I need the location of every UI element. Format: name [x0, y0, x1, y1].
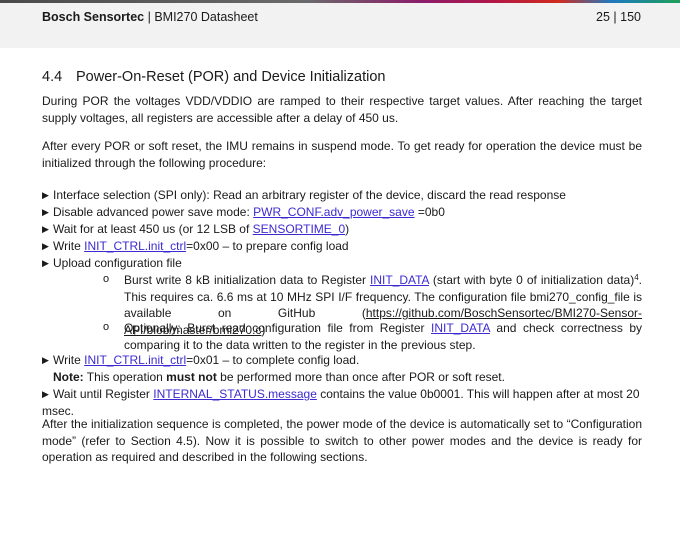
list-item-text: Burst write 8 kB initialization data to …	[124, 273, 370, 287]
section-heading: 4.4 Power-On-Reset (POR) and Device Initi…	[42, 69, 385, 85]
page-header: Bosch Sensortec | BMI270 Datasheet 25 | …	[0, 3, 680, 48]
list-item-text: =0x01 – to complete config load.	[186, 353, 360, 367]
header-doc: BMI270 Datasheet	[154, 10, 258, 24]
link-init-data[interactable]: INIT_DATA	[431, 321, 490, 335]
note-emphasis: must not	[166, 370, 217, 384]
list-item-text: Disable advanced power save mode:	[53, 205, 254, 219]
bullet-icon: ▶	[42, 258, 49, 268]
list-item: ▶ Interface selection (SPI only): Read an…	[42, 187, 642, 204]
link-internal-status[interactable]: INTERNAL_STATUS.message	[153, 387, 317, 401]
sub-bullet-icon: o	[103, 321, 110, 333]
section-number: 4.4	[42, 69, 63, 85]
bullet-icon: ▶	[42, 224, 49, 234]
note-text: This operation	[83, 370, 167, 384]
paragraph-after-init: After the initialization sequence is com…	[42, 417, 642, 464]
bullet-icon: ▶	[42, 241, 49, 251]
list-item: ▶ Wait until Register INTERNAL_STATUS.mes…	[42, 386, 642, 419]
link-init-ctrl[interactable]: INIT_CTRL.init_ctrl	[84, 353, 186, 367]
sub-list-item: Optionally: Burst read configuration fil…	[124, 320, 642, 353]
link-init-ctrl[interactable]: INIT_CTRL.init_ctrl	[84, 239, 186, 253]
link-pwr-conf[interactable]: PWR_CONF.adv_power_save	[253, 205, 414, 219]
list-item-text: )	[345, 222, 350, 236]
list-item-text: Wait until Register	[53, 387, 154, 401]
link-init-data[interactable]: INIT_DATA	[370, 273, 429, 287]
list-item-text: =0x00 – to prepare config load	[186, 239, 349, 253]
header-separator: |	[144, 10, 155, 24]
paragraph-por: During POR the voltages VDD/VDDIO are ra…	[42, 94, 642, 125]
list-item: ▶ Wait for at least 450 us (or 12 LSB of …	[42, 221, 642, 238]
list-item-text: Write	[53, 239, 85, 253]
paragraph-init: After every POR or soft reset, the IMU r…	[42, 139, 642, 170]
header-brand: Bosch Sensortec	[42, 10, 145, 24]
list-item-text: (start with byte 0 of initialization dat…	[428, 273, 635, 287]
list-item: ▶ Disable advanced power save mode: PWR_C…	[42, 204, 642, 221]
list-item-text: Upload configuration file	[53, 256, 182, 270]
list-item: ▶ Write INIT_CTRL.init_ctrl=0x00 – to pre…	[42, 238, 642, 255]
note-text: be performed more than once after POR or…	[216, 370, 505, 384]
note-label: Note:	[53, 370, 84, 384]
bullet-icon: ▶	[42, 389, 49, 399]
list-item-text: Wait for at least 450 us (or 12 LSB of	[53, 222, 253, 236]
list-item-text: =0b0	[414, 205, 445, 219]
list-item: ▶ Upload configuration file	[42, 255, 642, 272]
list-item: ▶ Write INIT_CTRL.init_ctrl=0x01 – to com…	[42, 352, 642, 369]
bullet-icon: ▶	[42, 190, 49, 200]
list-item-text: Optionally: Burst read configuration fil…	[124, 321, 431, 335]
list-item-text: Write	[53, 353, 85, 367]
bullet-icon: ▶	[42, 355, 49, 365]
note: Note: This operation must not be perform…	[53, 369, 642, 386]
list-item-text: Interface selection (SPI only): Read an …	[53, 188, 566, 202]
section-title: Power-On-Reset (POR) and Device Initiali…	[76, 69, 386, 85]
bullet-icon: ▶	[42, 207, 49, 217]
header-title: Bosch Sensortec | BMI270 Datasheet	[42, 10, 258, 24]
link-sensortime[interactable]: SENSORTIME_0	[253, 222, 345, 236]
page-number: 25 | 150	[596, 10, 641, 24]
sub-bullet-icon: o	[103, 273, 110, 285]
